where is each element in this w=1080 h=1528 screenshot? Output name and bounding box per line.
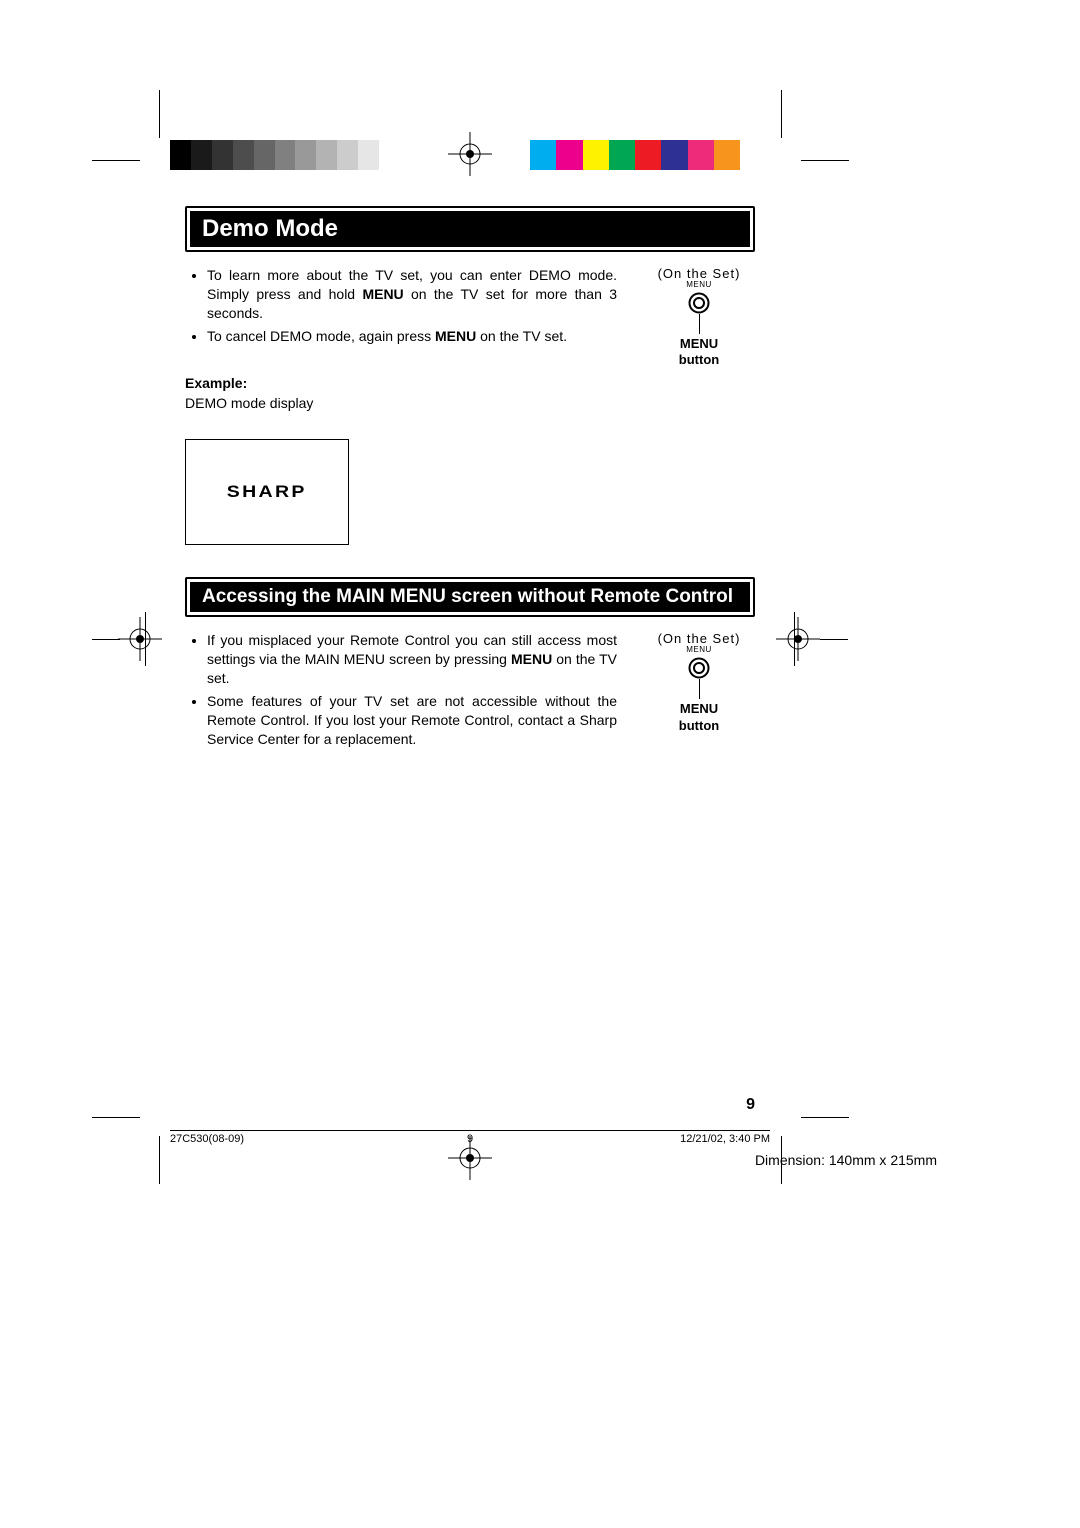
manual-page: Demo Mode To learn more about the TV set… (0, 0, 1080, 1528)
crop-mark (159, 90, 160, 138)
menu-button-icon (688, 292, 710, 314)
lead-line (699, 314, 700, 334)
crop-mark (92, 160, 140, 161)
swatch (556, 140, 582, 170)
crop-mark (159, 1136, 160, 1184)
on-the-set-label: (On the Set) (643, 631, 755, 646)
swatch (358, 140, 379, 170)
swatch (191, 140, 212, 170)
crop-mark (781, 90, 782, 138)
bullet-item: If you misplaced your Remote Control you… (207, 631, 617, 688)
bullet-list: To learn more about the TV set, you can … (185, 266, 617, 346)
swatch (275, 140, 296, 170)
page-content: Demo Mode To learn more about the TV set… (185, 206, 755, 763)
menu-button-caption: MENU button (643, 336, 755, 369)
section-body: To learn more about the TV set, you can … (185, 266, 755, 545)
body-text: If you misplaced your Remote Control you… (185, 631, 617, 762)
menu-tiny-label: MENU (643, 645, 755, 654)
dimension-note: Dimension: 140mm x 215mm (755, 1152, 937, 1168)
crop-mark (801, 160, 849, 161)
crop-mark (801, 1117, 849, 1118)
swatch (254, 140, 275, 170)
section-header-main-menu: Accessing the MAIN MENU screen without R… (185, 577, 755, 617)
menu-tiny-label: MENU (643, 280, 755, 289)
lead-line (699, 679, 700, 699)
swatch (583, 140, 609, 170)
section-header-demo-mode: Demo Mode (185, 206, 755, 252)
section-title: Demo Mode (190, 211, 750, 247)
menu-button-icon (688, 657, 710, 679)
menu-button-caption: MENU button (643, 701, 755, 734)
swatch (635, 140, 661, 170)
caption-line: button (679, 352, 719, 367)
swatch (661, 140, 687, 170)
example-subtitle: DEMO mode display (185, 394, 617, 413)
swatch (233, 140, 254, 170)
registration-mark-icon (776, 617, 820, 661)
swatch (714, 140, 740, 170)
swatch (530, 140, 556, 170)
bullet-item: To learn more about the TV set, you can … (207, 266, 617, 323)
crop-mark (92, 1117, 140, 1118)
swatch (688, 140, 714, 170)
section-title: Accessing the MAIN MENU screen without R… (190, 582, 750, 612)
caption-line: MENU (680, 701, 718, 716)
menu-button-figure: (On the Set) MENU MENU button (643, 266, 755, 545)
color-bar (530, 140, 740, 170)
swatch (337, 140, 358, 170)
swatch (295, 140, 316, 170)
on-the-set-label: (On the Set) (643, 266, 755, 281)
section-body: If you misplaced your Remote Control you… (185, 631, 755, 762)
footer-metadata: 27C530(08-09) 9 12/21/02, 3:40 PM (170, 1130, 770, 1145)
menu-button-figure: (On the Set) MENU MENU button (643, 631, 755, 762)
bullet-item: Some features of your TV set are not acc… (207, 692, 617, 749)
section-main-menu: Accessing the MAIN MENU screen without R… (185, 577, 755, 762)
footer-page: 9 (467, 1133, 473, 1145)
page-number: 9 (746, 1096, 755, 1114)
caption-line: MENU (680, 336, 718, 351)
registration-mark-icon (448, 132, 492, 176)
grayscale-bar (170, 140, 400, 170)
crop-mark (92, 639, 120, 640)
footer-filename: 27C530(08-09) (170, 1133, 244, 1145)
demo-display-box: SHARP (185, 439, 349, 545)
sharp-logo: SHARP (227, 481, 307, 504)
footer-timestamp: 12/21/02, 3:40 PM (680, 1133, 770, 1145)
swatch (170, 140, 191, 170)
crop-mark (820, 639, 848, 640)
registration-mark-icon (118, 617, 162, 661)
swatch (609, 140, 635, 170)
body-text: To learn more about the TV set, you can … (185, 266, 617, 545)
bullet-item: To cancel DEMO mode, again press MENU on… (207, 327, 617, 346)
caption-line: button (679, 718, 719, 733)
bullet-list: If you misplaced your Remote Control you… (185, 631, 617, 748)
example-label: Example: (185, 374, 617, 393)
swatch (316, 140, 337, 170)
swatch (212, 140, 233, 170)
swatch (379, 140, 400, 170)
